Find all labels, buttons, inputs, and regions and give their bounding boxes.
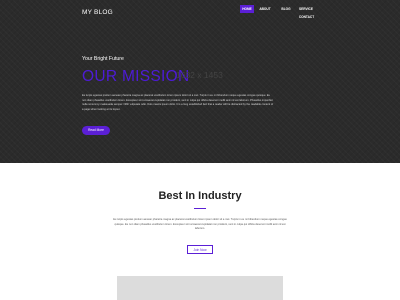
hero-section: MY BLOG HOME ABOUT BLOG SERVICE CONTACT … <box>0 0 400 163</box>
title-underline <box>194 208 206 209</box>
hero-body-text: Eu turpis egestas pretium aenean pharetr… <box>82 94 274 111</box>
section-body-text: Eu turpis egestas pretium aenean pharetr… <box>113 218 287 230</box>
image-dimensions-text: 1632 x 1453 <box>176 70 223 80</box>
read-more-button[interactable]: Read More <box>82 126 110 135</box>
hero-title: OUR MISSION <box>82 68 190 85</box>
nav-about[interactable]: ABOUT <box>258 5 272 13</box>
main-nav: HOME ABOUT BLOG SERVICE CONTACT <box>0 0 400 24</box>
nav-service[interactable]: SERVICE <box>297 5 315 13</box>
join-now-button[interactable]: Join Now <box>187 245 213 254</box>
nav-home[interactable]: HOME <box>240 5 254 13</box>
section-title: Best In Industry <box>158 190 242 202</box>
hero-kicker: Your Bright Future <box>82 56 124 62</box>
image-placeholder <box>117 276 283 300</box>
nav-contact[interactable]: CONTACT <box>297 13 316 21</box>
nav-blog[interactable]: BLOG <box>279 5 293 13</box>
